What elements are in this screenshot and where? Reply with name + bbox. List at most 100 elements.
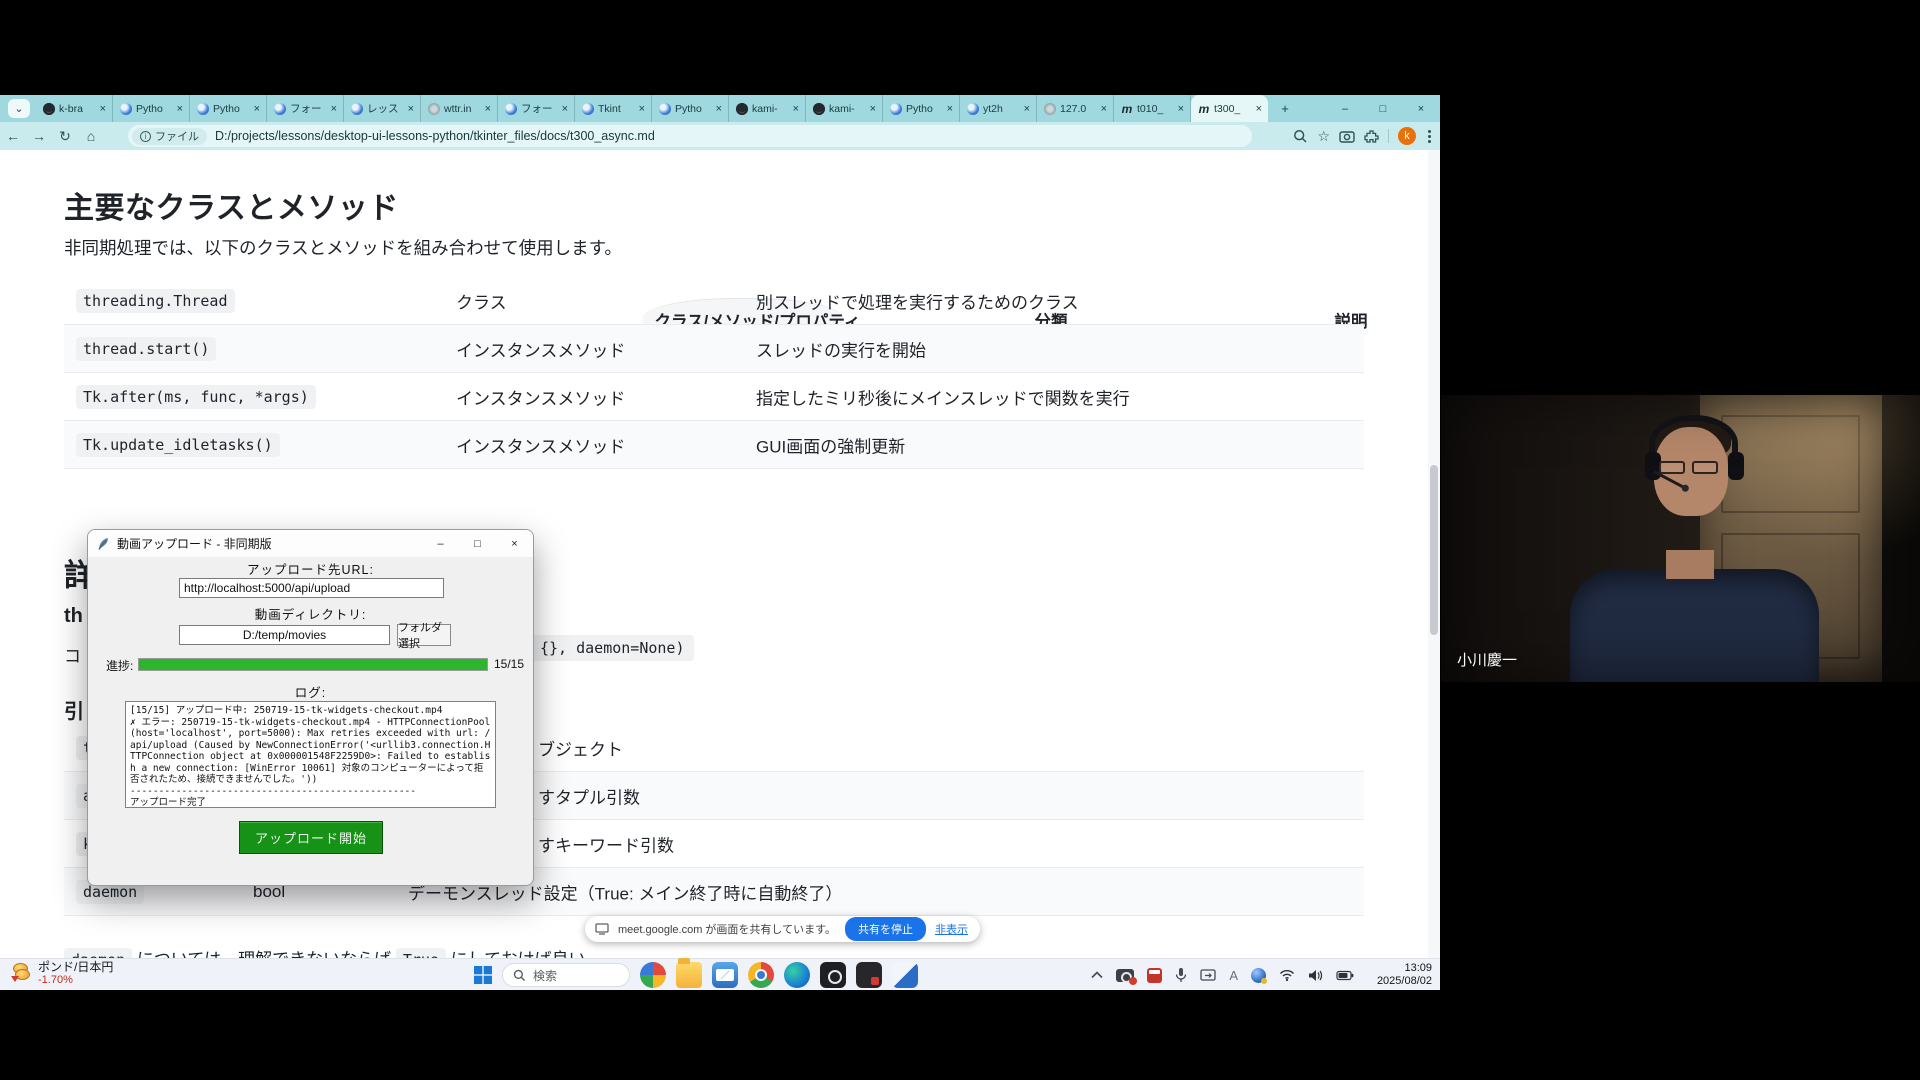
battery-icon[interactable] — [1336, 970, 1354, 981]
url-text[interactable]: D:/projects/lessons/desktop-ui-lessons-p… — [215, 129, 655, 143]
note-text: にしておけば良い — [451, 950, 586, 958]
taskbar-widget[interactable]: ポンド/日本円 -1.70% — [10, 961, 113, 987]
scrollbar-track[interactable] — [1428, 150, 1440, 958]
forward-button[interactable]: → — [26, 128, 52, 144]
hide-banner-link[interactable]: 非表示 — [935, 921, 968, 937]
taskbar-icon-explorer[interactable] — [676, 962, 702, 988]
tab-close-icon[interactable]: × — [1254, 103, 1264, 115]
browser-tab[interactable]: k-bra× — [36, 95, 113, 122]
code-chip: thread.start() — [76, 337, 216, 361]
browser-tab[interactable]: レッス× — [344, 95, 421, 122]
screen-share-icon — [595, 923, 609, 935]
camera-icon[interactable] — [1339, 129, 1355, 143]
tab-close-icon[interactable]: × — [1099, 103, 1109, 115]
taskbar-clock[interactable]: 13:09 2025/08/02 — [1377, 962, 1432, 988]
stop-sharing-button[interactable]: 共有を停止 — [845, 917, 926, 941]
address-bar[interactable]: iファイル D:/projects/lessons/desktop-ui-les… — [128, 125, 1252, 147]
tab-close-icon[interactable]: × — [406, 103, 416, 115]
tab-close-icon[interactable]: × — [637, 103, 647, 115]
directory-input[interactable] — [179, 625, 390, 645]
profile-avatar[interactable]: k — [1398, 127, 1416, 145]
taskbar-icon-mail[interactable] — [712, 962, 738, 988]
browser-tab[interactable]: Pytho× — [113, 95, 190, 122]
browser-tab[interactable]: Pytho× — [652, 95, 729, 122]
blue-sphere-icon[interactable] — [1251, 968, 1266, 983]
new-tab-button[interactable]: + — [1276, 100, 1294, 118]
markdown-icon: m — [1121, 103, 1133, 115]
taskbar-icon-chrome[interactable] — [748, 962, 774, 988]
reload-button[interactable]: ↻ — [52, 128, 78, 145]
app-icon — [120, 103, 132, 115]
close-button[interactable]: × — [1402, 95, 1440, 122]
microphone-icon[interactable] — [1175, 967, 1187, 983]
calendar-tray-icon[interactable] — [1147, 968, 1162, 983]
taskbar-icon-app[interactable] — [892, 962, 918, 988]
tab-close-icon[interactable]: × — [560, 103, 570, 115]
tab-close-icon[interactable]: × — [1176, 103, 1186, 115]
tab-close-icon[interactable]: × — [791, 103, 801, 115]
browser-tab[interactable]: Pytho× — [883, 95, 960, 122]
browser-tab[interactable]: kami-× — [729, 95, 806, 122]
page-title: 主要なクラスとメソッド — [64, 183, 399, 227]
back-button[interactable]: ← — [0, 128, 26, 144]
browser-tab[interactable]: フォー× — [267, 95, 344, 122]
wifi-icon[interactable] — [1279, 969, 1295, 981]
tab-close-icon[interactable]: × — [98, 103, 108, 115]
tab-close-icon[interactable]: × — [945, 103, 955, 115]
browser-tab[interactable]: 127.0× — [1037, 95, 1114, 122]
table-row: threading.Thread クラス 別スレッドで処理を実行するためのクラス — [64, 277, 1364, 325]
browser-tab-active[interactable]: mt300_× — [1191, 95, 1268, 122]
volume-icon[interactable] — [1308, 969, 1323, 982]
browser-menu-icon[interactable] — [1425, 130, 1434, 143]
dialog-maximize-button[interactable]: □ — [459, 530, 496, 557]
taskbar-icon-camera-app[interactable] — [820, 962, 846, 988]
scrollbar-thumb[interactable] — [1430, 465, 1438, 635]
ime-indicator[interactable]: A — [1229, 968, 1238, 983]
cast-screen-icon[interactable] — [1200, 969, 1216, 982]
home-button[interactable]: ⌂ — [78, 128, 104, 144]
camera-tray-icon[interactable] — [1116, 969, 1134, 982]
app-icon — [505, 103, 517, 115]
app-icon — [351, 103, 363, 115]
browser-tab[interactable]: Pytho× — [190, 95, 267, 122]
taskbar-search[interactable]: 検索 — [502, 963, 630, 987]
start-button[interactable] — [474, 966, 492, 984]
minimize-button[interactable]: – — [1326, 95, 1364, 122]
taskbar-center: 検索 — [474, 959, 918, 991]
taskbar-icon-edge[interactable] — [784, 962, 810, 988]
browser-tab[interactable]: mt010_× — [1114, 95, 1191, 122]
currency-coins-icon — [10, 962, 32, 986]
progress-bar — [138, 658, 488, 671]
browser-tab[interactable]: Tkint× — [575, 95, 652, 122]
code-chip: Tk.update_idletasks() — [76, 433, 280, 457]
clock-time: 13:09 — [1377, 962, 1432, 975]
tab-close-icon[interactable]: × — [175, 103, 185, 115]
zoom-icon[interactable] — [1293, 129, 1308, 144]
tab-close-icon[interactable]: × — [252, 103, 262, 115]
dialog-close-button[interactable]: × — [496, 530, 533, 557]
browser-tab[interactable]: kami-× — [806, 95, 883, 122]
tab-close-icon[interactable]: × — [329, 103, 339, 115]
browser-tab[interactable]: yt2h× — [960, 95, 1037, 122]
tab-close-icon[interactable]: × — [714, 103, 724, 115]
log-textarea[interactable]: [15/15] アップロード中: 250719-15-tk-widgets-ch… — [125, 701, 496, 808]
subsection-heading-partial: th — [64, 605, 83, 628]
browser-tab[interactable]: フォー× — [498, 95, 575, 122]
tab-search-button[interactable]: ⌄ — [8, 99, 30, 118]
chevron-up-icon[interactable] — [1091, 971, 1103, 979]
toolbar-divider — [1388, 129, 1389, 143]
bookmark-star-icon[interactable]: ☆ — [1317, 128, 1330, 145]
dialog-minimize-button[interactable]: – — [422, 530, 459, 557]
extensions-icon[interactable] — [1364, 129, 1379, 144]
tab-close-icon[interactable]: × — [868, 103, 878, 115]
maximize-button[interactable]: □ — [1364, 95, 1402, 122]
tab-close-icon[interactable]: × — [483, 103, 493, 115]
url-input[interactable] — [179, 578, 444, 598]
upload-start-button[interactable]: アップロード開始 — [239, 821, 383, 854]
dialog-titlebar[interactable]: 動画アップロード - 非同期版 – □ × — [88, 530, 533, 557]
taskbar-icon-app[interactable] — [856, 962, 882, 988]
folder-select-button[interactable]: フォルダ選択 — [397, 624, 451, 646]
taskbar-icon-photos[interactable] — [640, 962, 666, 988]
tab-close-icon[interactable]: × — [1022, 103, 1032, 115]
browser-tab[interactable]: wttr.in× — [421, 95, 498, 122]
